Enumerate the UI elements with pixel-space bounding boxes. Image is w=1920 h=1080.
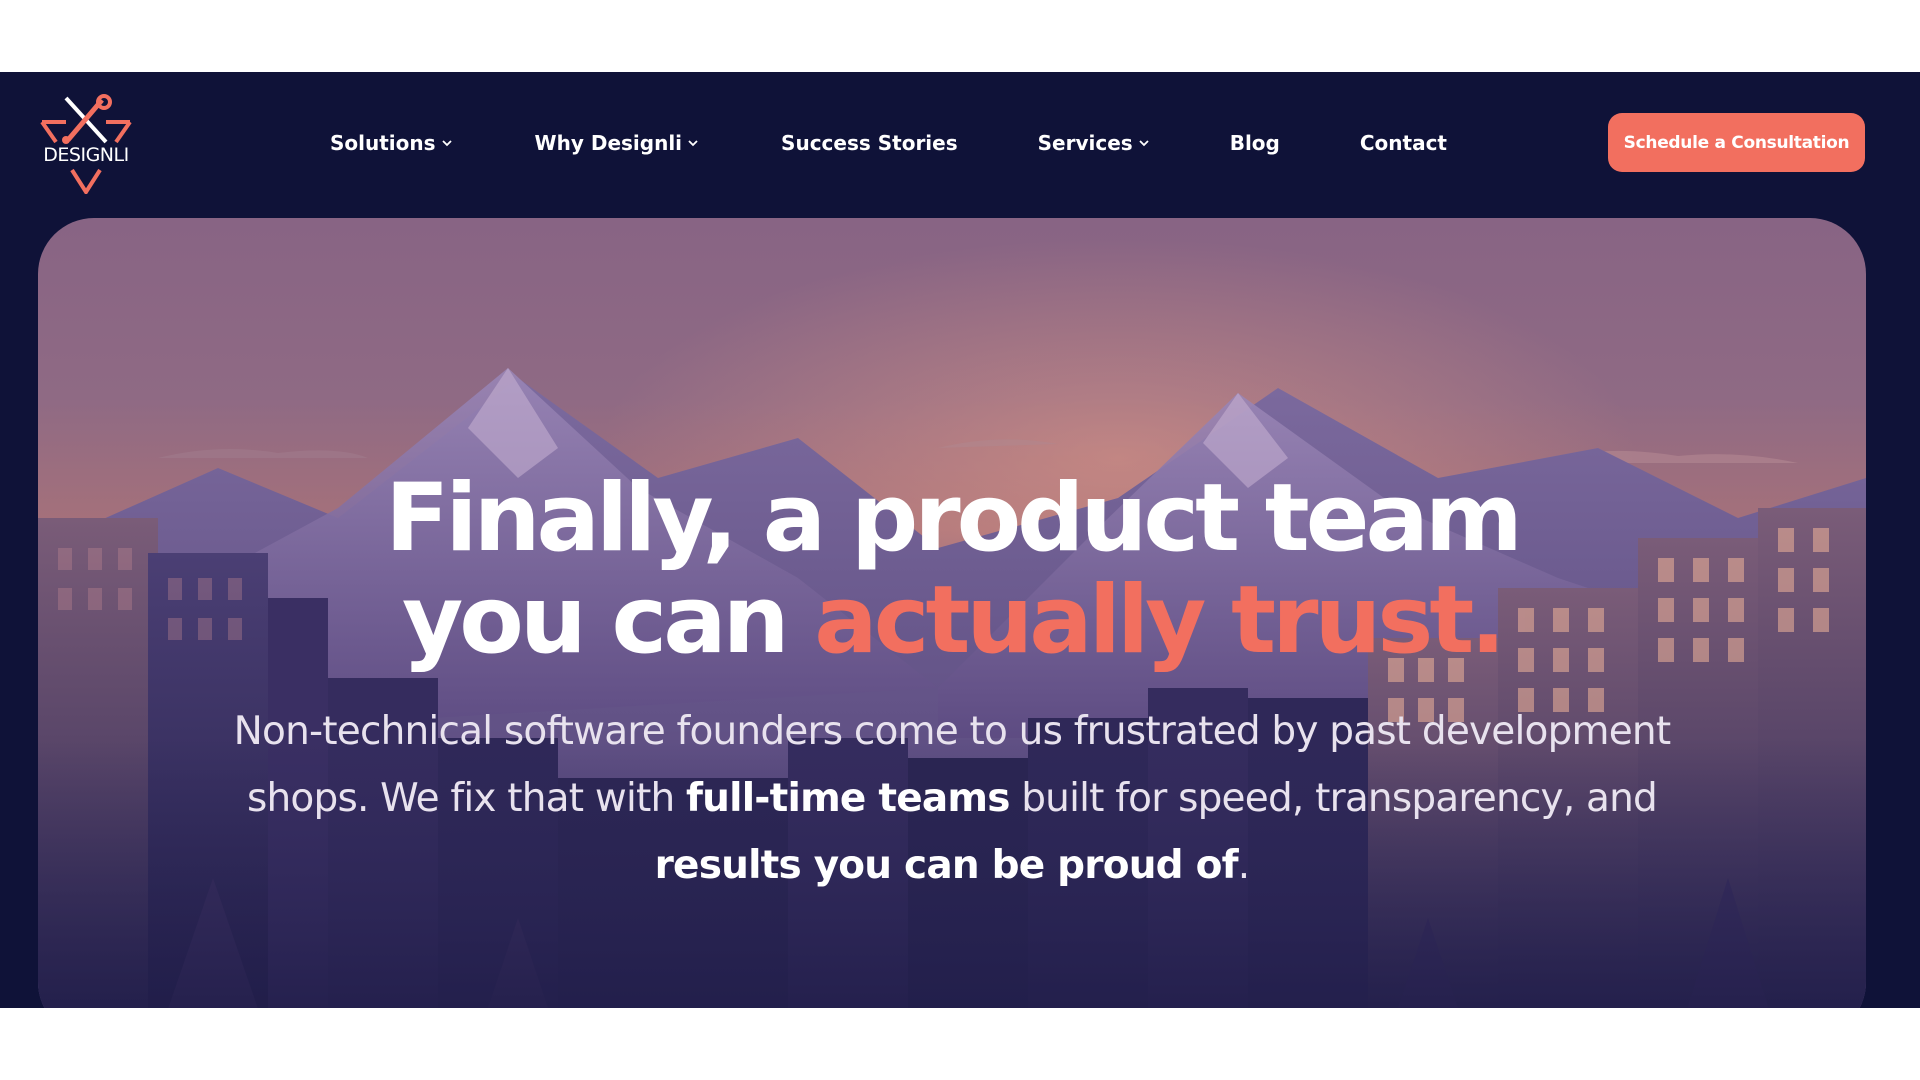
website-viewport: DESIGNLI Solutions Why Designli Success … bbox=[0, 72, 1920, 1008]
nav-item-solutions[interactable]: Solutions bbox=[330, 131, 453, 155]
nav-item-label: Success Stories bbox=[781, 131, 958, 155]
schedule-consultation-button[interactable]: Schedule a Consultation bbox=[1608, 113, 1865, 172]
hero-banner: Finally, a product team you can actually… bbox=[38, 218, 1866, 1008]
hero-headline-line2: you can bbox=[402, 566, 815, 675]
chevron-down-icon bbox=[1139, 140, 1149, 147]
hero-headline: Finally, a product team you can actually… bbox=[38, 468, 1866, 672]
nav-item-success-stories[interactable]: Success Stories bbox=[781, 131, 958, 155]
nav-item-label: Services bbox=[1037, 131, 1133, 155]
hero-headline-line1: Finally, a product team bbox=[385, 464, 1523, 573]
nav-item-contact[interactable]: Contact bbox=[1360, 131, 1447, 155]
hero-subtitle-text: built for speed, transparency, and bbox=[1009, 776, 1658, 821]
brand-logo[interactable]: DESIGNLI bbox=[36, 94, 136, 194]
hero-subtitle-text: . bbox=[1237, 843, 1250, 888]
nav-item-label: Blog bbox=[1229, 131, 1280, 155]
nav-item-services[interactable]: Services bbox=[1038, 131, 1150, 155]
nav-item-label: Solutions bbox=[330, 131, 436, 155]
nav-item-label: Why Designli bbox=[534, 131, 683, 155]
nav-item-why-designli[interactable]: Why Designli bbox=[535, 131, 700, 155]
hero-headline-accent: actually trust. bbox=[814, 566, 1506, 675]
chevron-down-icon bbox=[688, 140, 698, 147]
nav-item-label: Contact bbox=[1359, 131, 1447, 155]
nav-item-blog[interactable]: Blog bbox=[1230, 131, 1280, 155]
hero-subtitle: Non-technical software founders come to … bbox=[218, 698, 1686, 899]
brand-wordmark: DESIGNLI bbox=[43, 144, 129, 166]
hero-subtitle-bold: results you can be proud of bbox=[654, 843, 1239, 888]
main-navigation: Solutions Why Designli Success Stories S… bbox=[330, 128, 1447, 158]
hero-subtitle-bold: full-time teams bbox=[686, 776, 1010, 821]
chevron-down-icon bbox=[441, 140, 452, 147]
